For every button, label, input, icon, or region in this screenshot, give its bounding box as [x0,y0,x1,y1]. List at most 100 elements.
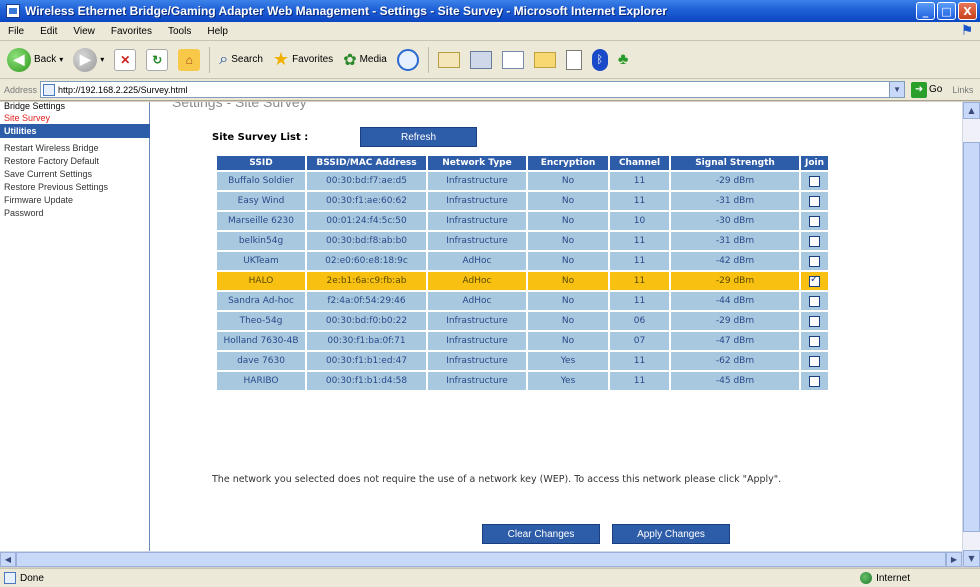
join-checkbox[interactable] [809,255,820,267]
scroll-up-icon[interactable]: ▲ [963,102,980,119]
cell-channel: 11 [610,172,669,190]
favorites-button[interactable]: ★ Favorites [270,45,336,75]
cell-join [801,292,828,310]
join-checkbox[interactable] [809,315,820,327]
address-input[interactable]: http://192.168.2.225/Survey.html ▼ [40,81,906,98]
cell-join [801,372,828,390]
folder-button[interactable] [531,45,559,75]
sidebar-item-site-survey[interactable]: Site Survey [0,112,149,124]
menu-file[interactable]: File [0,26,32,37]
table-row[interactable]: Buffalo Soldier 00:30:bd:f7:ae:d5 Infrastr… [217,172,828,190]
join-checkbox[interactable] [809,175,820,187]
table-row[interactable]: UKTeam 02:e0:60:e8:18:9c AdHoc No 11 -42 dBm [217,252,828,270]
join-checkbox[interactable] [809,355,820,367]
table-row[interactable]: HALO 2e:b1:6a:c9:fb:ab AdHoc No 11 -29 dBm [217,272,828,290]
scroll-right-icon[interactable]: ▶ [946,552,962,567]
cell-network-type: Infrastructure [428,352,526,370]
cell-signal: -42 dBm [671,252,799,270]
apply-changes-button[interactable]: Apply Changes [612,524,730,544]
go-button[interactable]: ➜ Go [911,81,942,98]
menu-edit[interactable]: Edit [32,26,65,37]
join-checkbox[interactable] [809,335,820,347]
document-button[interactable] [563,45,585,75]
cell-bssid: 00:01:24:f4:5c:50 [307,212,426,230]
go-arrow-icon: ➜ [911,81,928,98]
menu-help[interactable]: Help [199,26,236,37]
sidebar-item-restart[interactable]: Restart Wireless Bridge [0,142,149,155]
table-row[interactable]: HARIBO 00:30:f1:b1:d4:58 Infrastructure Yes… [217,372,828,390]
mail-button[interactable] [435,45,463,75]
menu-tools[interactable]: Tools [160,26,199,37]
sidebar-item-save-settings[interactable]: Save Current Settings [0,168,149,181]
main-content: Settings - Site Survey Site Survey List … [150,102,962,567]
back-dropdown-icon[interactable]: ▾ [59,55,63,64]
history-button[interactable] [394,45,422,75]
clear-changes-button[interactable]: Clear Changes [482,524,600,544]
back-button[interactable]: ◀ Back ▾ [4,45,66,75]
scroll-left-icon[interactable]: ◀ [0,552,16,567]
cell-encryption: No [528,312,608,330]
stop-button[interactable]: ✕ [111,45,139,75]
sidebar-item-bridge-settings[interactable]: Bridge Settings [0,102,149,112]
cell-channel: 10 [610,212,669,230]
join-checkbox[interactable] [809,274,820,287]
links-button[interactable]: Links [952,85,973,95]
horizontal-scroll-thumb[interactable] [16,552,946,567]
minimize-button[interactable]: _ [916,2,935,20]
scroll-down-icon[interactable]: ▼ [963,550,980,567]
browser-toolbar: ◀ Back ▾ ▶ ▾ ✕ ↻ ⌂ ⌕ Search ★ Favorites … [0,41,980,79]
vertical-scrollbar[interactable]: ▲ ▼ [962,102,980,567]
address-dropdown-icon[interactable]: ▼ [889,82,905,97]
refresh-button[interactable]: Refresh [360,127,477,147]
menu-view[interactable]: View [65,26,103,37]
column-header-encryption: Encryption [528,156,608,170]
refresh-page-button[interactable]: ↻ [143,45,171,75]
forward-dropdown-icon[interactable]: ▾ [100,55,104,64]
table-row[interactable]: Sandra Ad-hoc f2:4a:0f:54:29:46 AdHoc No 11-… [217,292,828,310]
join-checkbox[interactable] [809,195,820,207]
scroll-thumb[interactable] [963,142,980,532]
horizontal-scrollbar[interactable]: ◀ ▶ [0,551,962,567]
forward-button[interactable]: ▶ ▾ [70,45,107,75]
search-button[interactable]: ⌕ Search [216,45,266,75]
history-icon [396,48,419,71]
sidebar-item-restore-factory[interactable]: Restore Factory Default [0,155,149,168]
security-zone: Internet [860,572,980,584]
cell-signal: -29 dBm [671,272,799,290]
sidebar-nav: Bridge Settings Site Survey Utilities Re… [0,102,150,567]
refresh-icon: ↻ [146,48,169,71]
cell-bssid: 00:30:bd:f7:ae:d5 [307,172,426,190]
cell-channel: 11 [610,292,669,310]
table-row[interactable]: dave 7630 00:30:f1:b1:ed:47 Infrastructure… [217,352,828,370]
print-button[interactable] [467,45,495,75]
join-checkbox[interactable] [809,295,820,307]
bluetooth-button[interactable]: ᛒ [589,45,611,75]
sidebar-item-restore-previous[interactable]: Restore Previous Settings [0,181,149,194]
sidebar-item-firmware[interactable]: Firmware Update [0,194,149,207]
join-checkbox[interactable] [809,375,820,387]
edit-button[interactable] [499,45,527,75]
cell-join [801,272,828,290]
menu-favorites[interactable]: Favorites [103,26,160,37]
maximize-button[interactable]: □ [937,2,956,20]
table-row[interactable]: Easy Wind 00:30:f1:ae:60:62 Infrastructure… [217,192,828,210]
media-button[interactable]: ✿ Media [340,45,390,75]
table-row[interactable]: Holland 7630-4B 00:30:f1:ba:0f:71 Infrastr… [217,332,828,350]
table-row[interactable]: belkin54g 00:30:bd:f8:ab:b0 Infrastructure… [217,232,828,250]
sidebar-item-password[interactable]: Password [0,207,149,220]
cell-join [801,212,828,230]
close-button[interactable]: X [958,2,977,20]
messenger-button[interactable]: ♣ [615,45,632,75]
table-row[interactable]: Marseille 6230 00:01:24:f4:5c:50 Infrastru… [217,212,828,230]
column-header-ssid: SSID [217,156,305,170]
cell-network-type: AdHoc [428,292,526,310]
home-button[interactable]: ⌂ [175,45,203,75]
join-checkbox[interactable] [809,215,820,227]
cell-network-type: Infrastructure [428,172,526,190]
toolbar-separator [427,46,429,73]
cell-network-type: AdHoc [428,272,526,290]
join-checkbox[interactable] [809,235,820,247]
table-row[interactable]: Theo-54g 00:30:bd:f0:b0:22 Infrastructure N… [217,312,828,330]
cell-bssid: 00:30:bd:f8:ab:b0 [307,232,426,250]
cell-ssid: Marseille 6230 [217,212,305,230]
